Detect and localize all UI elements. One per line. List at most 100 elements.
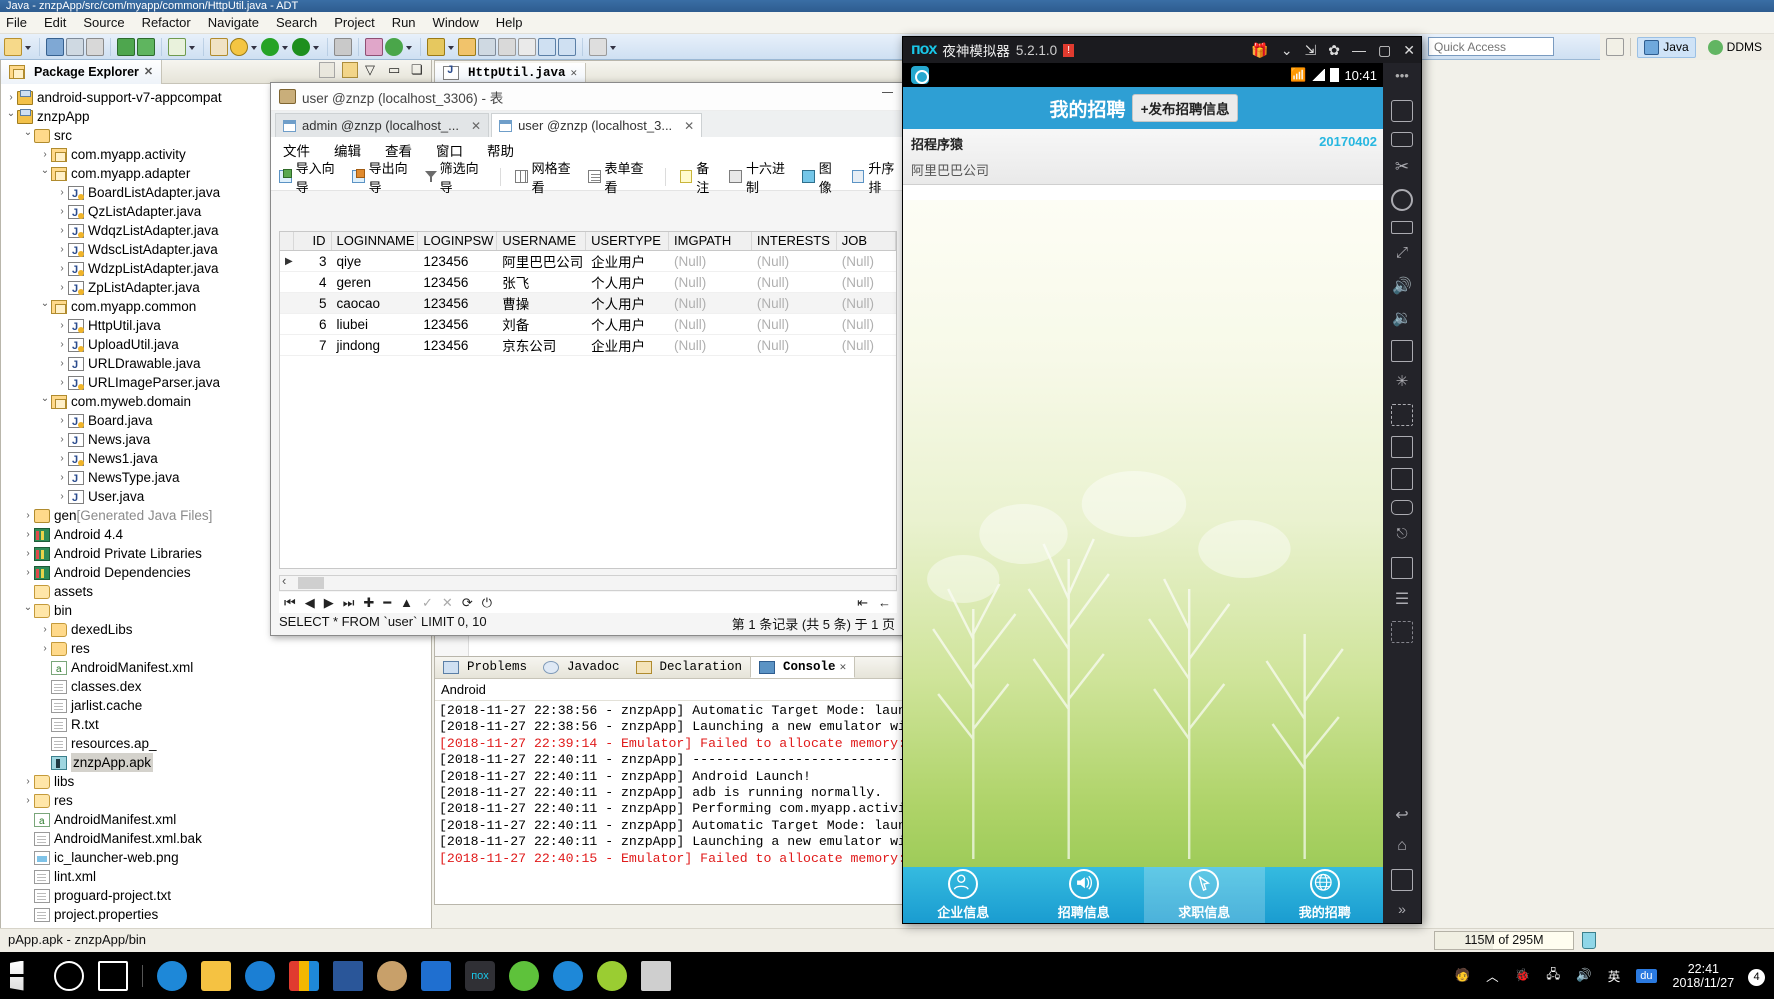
tab-problems[interactable]: Problems (435, 656, 535, 678)
360-app-icon[interactable] (509, 960, 539, 991)
rotate-screen-icon[interactable] (1391, 100, 1413, 122)
menu-run[interactable]: Run (392, 15, 416, 30)
next-record-button[interactable]: ▶ (324, 595, 334, 611)
cell-interests[interactable]: (Null) (752, 296, 837, 311)
tab-declaration[interactable]: Declaration (628, 656, 751, 678)
cell-job[interactable]: (Null) (837, 254, 896, 269)
data-grid[interactable]: ID LOGINNAME LOGINPSW USERNAME USERTYPE … (279, 231, 897, 569)
cell-loginpsw[interactable]: 123456 (418, 338, 497, 353)
volume-up-icon[interactable]: 🔊 (1391, 276, 1413, 298)
grid-horizontal-scrollbar[interactable] (279, 573, 897, 591)
alert-badge-icon[interactable]: ! (1063, 43, 1075, 57)
import-wizard-button[interactable]: 导入向导 (279, 158, 342, 196)
toolbox-icon[interactable] (1391, 468, 1413, 490)
save-icon[interactable] (46, 37, 64, 56)
sort-asc-button[interactable]: 升序排 (851, 158, 903, 196)
chevron-right-icon[interactable] (56, 373, 68, 392)
edge-icon[interactable] (157, 960, 187, 991)
chevron-down-icon[interactable] (39, 297, 51, 316)
close-icon[interactable]: ✕ (840, 660, 847, 674)
job-list-item[interactable]: 招程序猿 20170402 阿里巴巴公司 (903, 129, 1385, 185)
chevron-right-icon[interactable] (22, 544, 34, 563)
tree-node[interactable]: R.txt (1, 715, 431, 734)
expand-icon[interactable]: ⤢ (1391, 244, 1413, 266)
tab-company-info[interactable]: 企业信息 (903, 867, 1024, 923)
cell-id[interactable]: 5 (294, 296, 332, 311)
column-header-id[interactable]: ID (294, 232, 332, 250)
tree-node[interactable]: res (1, 639, 431, 658)
chevron-down-icon[interactable] (39, 392, 51, 411)
menu-file[interactable]: File (6, 15, 27, 30)
menu-lines-icon[interactable]: ☰ (1391, 589, 1413, 611)
cell-interests[interactable]: (Null) (752, 338, 837, 353)
chevron-down-icon[interactable]: ⌄ (1281, 42, 1293, 59)
tree-node[interactable]: resources.ap_ (1, 734, 431, 753)
new-java-package-icon[interactable] (365, 37, 383, 56)
cell-usertype[interactable]: 企业用户 (586, 335, 669, 355)
cell-usertype[interactable]: 个人用户 (586, 293, 669, 313)
refresh-button[interactable]: ⟳ (462, 595, 473, 611)
open-type-icon[interactable] (458, 37, 476, 56)
scrollbar-thumb[interactable] (298, 577, 324, 589)
table-row[interactable]: ▶ 3 qiye 123456 阿里巴巴公司 企业用户 (Null) (Null) (Null) (280, 251, 896, 272)
prev-annotation-icon[interactable] (498, 37, 516, 56)
collapse-all-icon[interactable] (319, 62, 335, 78)
cell-id[interactable]: 6 (294, 317, 332, 332)
build-dropdown-icon[interactable] (188, 38, 197, 56)
cell-id[interactable]: 4 (294, 275, 332, 290)
filter-wizard-button[interactable]: 筛选向导 (424, 158, 486, 196)
pin-editor-icon[interactable] (589, 37, 607, 56)
column-header-job[interactable]: JOB (837, 232, 896, 250)
cell-loginname[interactable]: geren (332, 275, 419, 290)
cell-usertype[interactable]: 个人用户 (586, 272, 669, 292)
avd-manager-icon[interactable] (137, 37, 155, 56)
tab-httputil-java[interactable]: HttpUtil.java ✕ (435, 62, 587, 83)
cell-job[interactable]: (Null) (837, 275, 896, 290)
hex-button[interactable]: 十六进制 (729, 158, 792, 196)
multi-window-icon[interactable] (1391, 557, 1413, 579)
cell-interests[interactable]: (Null) (752, 317, 837, 332)
menu-navigate[interactable]: Navigate (208, 15, 259, 30)
chevron-right-icon[interactable] (56, 468, 68, 487)
table-row[interactable]: 6 liubei 123456 刘备 个人用户 (Null) (Null) (Null) (280, 314, 896, 335)
table-row[interactable]: 5 caocao 123456 曹操 个人用户 (Null) (Null) (Null) (280, 293, 896, 314)
run-icon[interactable] (261, 37, 279, 56)
run-last-dropdown-icon[interactable] (312, 38, 321, 56)
perspective-java[interactable]: Java (1637, 36, 1696, 58)
quick-access-input[interactable] (1428, 37, 1554, 56)
chevron-right-icon[interactable] (56, 411, 68, 430)
volume-icon[interactable]: 🔊 (1576, 968, 1592, 983)
gamepad-icon[interactable] (1391, 500, 1413, 515)
cancel-button[interactable]: ✕ (442, 595, 453, 611)
shake-icon[interactable]: ✳ (1391, 372, 1413, 394)
first-record-button[interactable]: ⏮ (284, 595, 296, 611)
location-icon[interactable] (1391, 189, 1413, 211)
cell-loginpsw[interactable]: 123456 (418, 317, 497, 332)
cell-username[interactable]: 阿里巴巴公司 (497, 251, 586, 271)
cell-usertype[interactable]: 个人用户 (586, 314, 669, 334)
back-nav-icon[interactable]: ↩ (1391, 805, 1413, 827)
maximize-icon[interactable]: ▢ (1378, 42, 1391, 59)
link-with-editor-icon[interactable] (342, 62, 358, 78)
home-nav-icon[interactable]: ⌂ (1391, 837, 1413, 859)
tab-console[interactable]: Console ✕ (750, 656, 856, 678)
cell-usertype[interactable]: 企业用户 (586, 251, 669, 271)
memo-button[interactable]: 备注 (679, 158, 720, 196)
cell-loginname[interactable]: caocao (332, 296, 419, 311)
teamviewer-icon[interactable] (553, 960, 583, 991)
photo-app-icon[interactable] (377, 960, 407, 991)
task-view-icon[interactable] (98, 960, 128, 991)
tree-node[interactable]: classes.dex (1, 677, 431, 696)
chevron-right-icon[interactable] (39, 620, 51, 639)
menu-edit[interactable]: Edit (44, 15, 66, 30)
cell-imgpath[interactable]: (Null) (669, 317, 752, 332)
refresh-icon[interactable] (385, 37, 403, 56)
tab-my-recruitment[interactable]: 我的招聘 (1265, 867, 1386, 923)
debug-dropdown-icon[interactable] (250, 38, 259, 56)
cell-loginpsw[interactable]: 123456 (418, 296, 497, 311)
close-icon[interactable]: ✕ (684, 119, 694, 133)
tree-node[interactable]: lint.xml (1, 867, 431, 886)
tree-node[interactable]: jarlist.cache (1, 696, 431, 715)
cell-job[interactable]: (Null) (837, 317, 896, 332)
cell-username[interactable]: 曹操 (497, 293, 586, 313)
